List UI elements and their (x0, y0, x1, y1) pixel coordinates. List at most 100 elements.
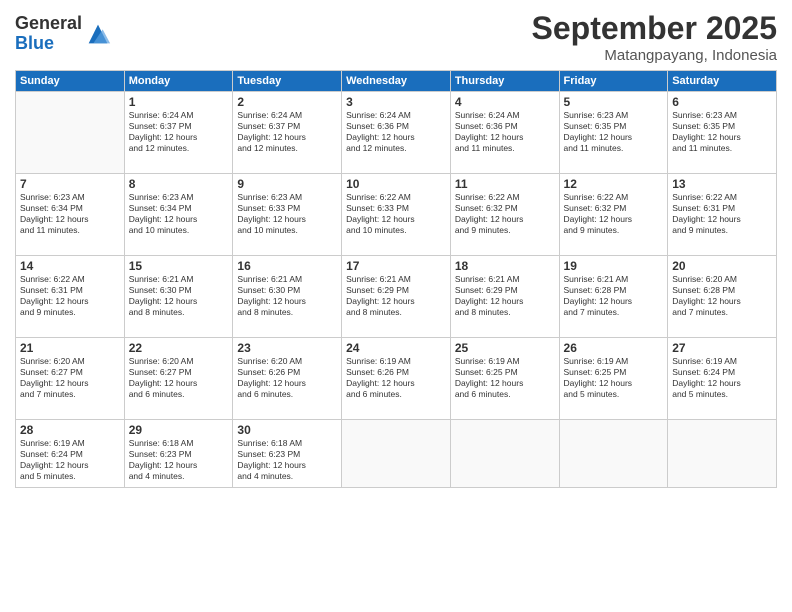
cell-details: Sunrise: 6:19 AM Sunset: 6:26 PM Dayligh… (346, 356, 446, 400)
table-row: 24Sunrise: 6:19 AM Sunset: 6:26 PM Dayli… (342, 338, 451, 420)
day-number: 23 (237, 341, 337, 355)
day-number: 22 (129, 341, 229, 355)
table-row (16, 92, 125, 174)
calendar-table: Sunday Monday Tuesday Wednesday Thursday… (15, 70, 777, 488)
logo-icon (84, 20, 112, 48)
day-number: 25 (455, 341, 555, 355)
cell-details: Sunrise: 6:21 AM Sunset: 6:29 PM Dayligh… (455, 274, 555, 318)
cell-details: Sunrise: 6:22 AM Sunset: 6:32 PM Dayligh… (455, 192, 555, 236)
cell-details: Sunrise: 6:18 AM Sunset: 6:23 PM Dayligh… (129, 438, 229, 482)
table-row: 17Sunrise: 6:21 AM Sunset: 6:29 PM Dayli… (342, 256, 451, 338)
table-row (342, 420, 451, 488)
col-tuesday: Tuesday (233, 71, 342, 92)
table-row: 28Sunrise: 6:19 AM Sunset: 6:24 PM Dayli… (16, 420, 125, 488)
day-number: 27 (672, 341, 772, 355)
location: Matangpayang, Indonesia (532, 47, 777, 64)
logo: General Blue (15, 14, 112, 54)
cell-details: Sunrise: 6:19 AM Sunset: 6:25 PM Dayligh… (564, 356, 664, 400)
day-number: 28 (20, 423, 120, 437)
day-number: 2 (237, 95, 337, 109)
cell-details: Sunrise: 6:23 AM Sunset: 6:33 PM Dayligh… (237, 192, 337, 236)
day-number: 14 (20, 259, 120, 273)
cell-details: Sunrise: 6:21 AM Sunset: 6:30 PM Dayligh… (129, 274, 229, 318)
cell-details: Sunrise: 6:21 AM Sunset: 6:29 PM Dayligh… (346, 274, 446, 318)
cell-details: Sunrise: 6:21 AM Sunset: 6:28 PM Dayligh… (564, 274, 664, 318)
day-number: 13 (672, 177, 772, 191)
cell-details: Sunrise: 6:24 AM Sunset: 6:37 PM Dayligh… (129, 110, 229, 154)
table-row: 3Sunrise: 6:24 AM Sunset: 6:36 PM Daylig… (342, 92, 451, 174)
day-number: 7 (20, 177, 120, 191)
table-row: 16Sunrise: 6:21 AM Sunset: 6:30 PM Dayli… (233, 256, 342, 338)
table-row: 12Sunrise: 6:22 AM Sunset: 6:32 PM Dayli… (559, 174, 668, 256)
day-number: 1 (129, 95, 229, 109)
calendar-header-row: Sunday Monday Tuesday Wednesday Thursday… (16, 71, 777, 92)
table-row (559, 420, 668, 488)
cell-details: Sunrise: 6:20 AM Sunset: 6:27 PM Dayligh… (20, 356, 120, 400)
cell-details: Sunrise: 6:22 AM Sunset: 6:31 PM Dayligh… (672, 192, 772, 236)
cell-details: Sunrise: 6:20 AM Sunset: 6:28 PM Dayligh… (672, 274, 772, 318)
title-block: September 2025 Matangpayang, Indonesia (532, 10, 777, 64)
logo-general: General (15, 14, 82, 34)
table-row: 26Sunrise: 6:19 AM Sunset: 6:25 PM Dayli… (559, 338, 668, 420)
day-number: 19 (564, 259, 664, 273)
table-row (668, 420, 777, 488)
day-number: 15 (129, 259, 229, 273)
table-row: 2Sunrise: 6:24 AM Sunset: 6:37 PM Daylig… (233, 92, 342, 174)
cell-details: Sunrise: 6:24 AM Sunset: 6:36 PM Dayligh… (346, 110, 446, 154)
cell-details: Sunrise: 6:23 AM Sunset: 6:35 PM Dayligh… (672, 110, 772, 154)
table-row: 8Sunrise: 6:23 AM Sunset: 6:34 PM Daylig… (124, 174, 233, 256)
table-row: 4Sunrise: 6:24 AM Sunset: 6:36 PM Daylig… (450, 92, 559, 174)
col-friday: Friday (559, 71, 668, 92)
table-row: 21Sunrise: 6:20 AM Sunset: 6:27 PM Dayli… (16, 338, 125, 420)
table-row: 19Sunrise: 6:21 AM Sunset: 6:28 PM Dayli… (559, 256, 668, 338)
cell-details: Sunrise: 6:19 AM Sunset: 6:24 PM Dayligh… (20, 438, 120, 482)
cell-details: Sunrise: 6:19 AM Sunset: 6:25 PM Dayligh… (455, 356, 555, 400)
day-number: 18 (455, 259, 555, 273)
table-row: 22Sunrise: 6:20 AM Sunset: 6:27 PM Dayli… (124, 338, 233, 420)
table-row: 7Sunrise: 6:23 AM Sunset: 6:34 PM Daylig… (16, 174, 125, 256)
col-saturday: Saturday (668, 71, 777, 92)
table-row: 13Sunrise: 6:22 AM Sunset: 6:31 PM Dayli… (668, 174, 777, 256)
day-number: 8 (129, 177, 229, 191)
day-number: 17 (346, 259, 446, 273)
table-row: 10Sunrise: 6:22 AM Sunset: 6:33 PM Dayli… (342, 174, 451, 256)
day-number: 9 (237, 177, 337, 191)
day-number: 16 (237, 259, 337, 273)
table-row (450, 420, 559, 488)
day-number: 20 (672, 259, 772, 273)
col-sunday: Sunday (16, 71, 125, 92)
cell-details: Sunrise: 6:21 AM Sunset: 6:30 PM Dayligh… (237, 274, 337, 318)
table-row: 30Sunrise: 6:18 AM Sunset: 6:23 PM Dayli… (233, 420, 342, 488)
day-number: 29 (129, 423, 229, 437)
day-number: 11 (455, 177, 555, 191)
cell-details: Sunrise: 6:23 AM Sunset: 6:34 PM Dayligh… (129, 192, 229, 236)
table-row: 6Sunrise: 6:23 AM Sunset: 6:35 PM Daylig… (668, 92, 777, 174)
cell-details: Sunrise: 6:24 AM Sunset: 6:37 PM Dayligh… (237, 110, 337, 154)
cell-details: Sunrise: 6:23 AM Sunset: 6:35 PM Dayligh… (564, 110, 664, 154)
day-number: 3 (346, 95, 446, 109)
table-row: 11Sunrise: 6:22 AM Sunset: 6:32 PM Dayli… (450, 174, 559, 256)
table-row: 15Sunrise: 6:21 AM Sunset: 6:30 PM Dayli… (124, 256, 233, 338)
cell-details: Sunrise: 6:22 AM Sunset: 6:32 PM Dayligh… (564, 192, 664, 236)
cell-details: Sunrise: 6:24 AM Sunset: 6:36 PM Dayligh… (455, 110, 555, 154)
day-number: 26 (564, 341, 664, 355)
cell-details: Sunrise: 6:19 AM Sunset: 6:24 PM Dayligh… (672, 356, 772, 400)
page: General Blue September 2025 Matangpayang… (0, 0, 792, 612)
table-row: 1Sunrise: 6:24 AM Sunset: 6:37 PM Daylig… (124, 92, 233, 174)
logo-blue: Blue (15, 34, 82, 54)
day-number: 12 (564, 177, 664, 191)
table-row: 25Sunrise: 6:19 AM Sunset: 6:25 PM Dayli… (450, 338, 559, 420)
day-number: 30 (237, 423, 337, 437)
table-row: 29Sunrise: 6:18 AM Sunset: 6:23 PM Dayli… (124, 420, 233, 488)
cell-details: Sunrise: 6:22 AM Sunset: 6:31 PM Dayligh… (20, 274, 120, 318)
table-row: 5Sunrise: 6:23 AM Sunset: 6:35 PM Daylig… (559, 92, 668, 174)
logo-text: General Blue (15, 14, 82, 54)
day-number: 21 (20, 341, 120, 355)
table-row: 23Sunrise: 6:20 AM Sunset: 6:26 PM Dayli… (233, 338, 342, 420)
col-wednesday: Wednesday (342, 71, 451, 92)
table-row: 20Sunrise: 6:20 AM Sunset: 6:28 PM Dayli… (668, 256, 777, 338)
day-number: 10 (346, 177, 446, 191)
table-row: 14Sunrise: 6:22 AM Sunset: 6:31 PM Dayli… (16, 256, 125, 338)
table-row: 27Sunrise: 6:19 AM Sunset: 6:24 PM Dayli… (668, 338, 777, 420)
col-thursday: Thursday (450, 71, 559, 92)
